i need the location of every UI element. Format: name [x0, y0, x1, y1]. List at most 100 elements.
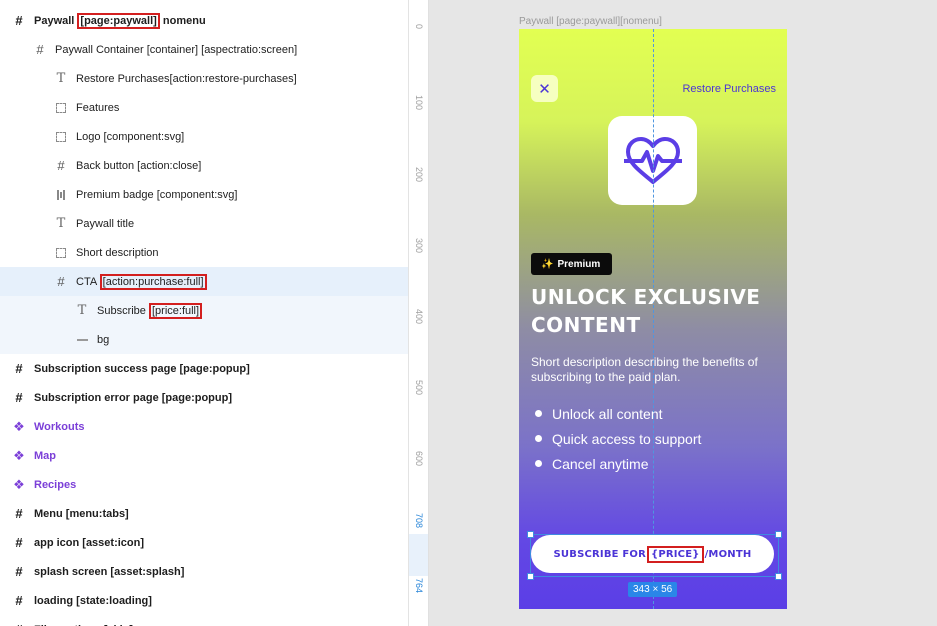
layer-row[interactable]: Short description: [0, 238, 408, 267]
features-list[interactable]: Unlock all content Quick access to suppor…: [531, 401, 701, 476]
layer-row[interactable]: #File sections [skip]: [0, 615, 408, 626]
layer-name-suffix: nomenu: [159, 14, 206, 27]
feature-item: Quick access to support: [531, 426, 701, 451]
resize-handle-top-right[interactable]: [775, 531, 782, 538]
layers-panel: # Paywall [page:paywall] nomenu # Paywall C…: [0, 0, 409, 626]
feature-item: Cancel anytime: [531, 451, 701, 476]
layer-row[interactable]: # CTA [action:purchase:full]: [0, 267, 408, 296]
hash-icon: #: [15, 564, 23, 579]
close-icon: ✕: [538, 80, 551, 98]
hash-icon: #: [15, 13, 23, 28]
feature-text: Unlock all content: [552, 405, 663, 422]
layer-row[interactable]: # loading [state:loading]: [0, 586, 408, 615]
layer-row[interactable]: ❖ Map: [0, 441, 408, 470]
layer-name: CTA: [76, 275, 100, 288]
layer-row[interactable]: # Paywall [page:paywall] nomenu: [0, 6, 408, 35]
feature-text: Quick access to support: [552, 430, 702, 447]
ruler-tick-label: 400: [414, 309, 424, 325]
hash-icon: #: [15, 593, 23, 608]
subscribe-button[interactable]: SUBSCRIBE FOR {PRICE} /MONTH: [531, 535, 774, 573]
component-icon: ❖: [13, 476, 25, 492]
short-description[interactable]: Short description describing the benefit…: [531, 355, 777, 385]
frame-icon: [54, 246, 68, 260]
layer-row[interactable]: bg: [0, 325, 408, 354]
size-badge: 343 × 56: [628, 582, 678, 597]
layer-row[interactable]: Premium badge [component:svg]: [0, 180, 408, 209]
hash-icon: #: [36, 42, 44, 57]
hash-icon: #: [12, 622, 26, 626]
layer-row[interactable]: ❖ Workouts: [0, 412, 408, 441]
layer-name: bg: [97, 333, 110, 346]
layer-name: splash screen [asset:splash]: [34, 565, 185, 578]
ruler-tick-label: 500: [414, 380, 424, 396]
close-button[interactable]: ✕: [531, 75, 558, 102]
cta-price-placeholder: {PRICE}: [647, 545, 704, 563]
hash-icon: #: [57, 158, 65, 173]
layer-tag-highlight: [price:full]: [148, 302, 203, 319]
text-icon: T: [56, 216, 66, 231]
layer-name: Restore Purchases[action:restore-purchas…: [76, 72, 297, 85]
layer-name: Back button [action:close]: [76, 159, 202, 172]
restore-purchases-link[interactable]: Restore Purchases: [682, 83, 776, 95]
layer-name: Subscribe: [97, 304, 149, 317]
resize-handle-bottom-left[interactable]: [527, 573, 534, 580]
layer-row[interactable]: ❖ Recipes: [0, 470, 408, 499]
hash-icon: #: [15, 361, 23, 376]
sparkle-icon: ✨: [541, 258, 554, 270]
feature-text: Cancel anytime: [552, 455, 649, 472]
premium-badge-label: Premium: [557, 258, 601, 270]
hash-icon: #: [15, 535, 23, 550]
layer-name: Logo [component:svg]: [76, 130, 185, 143]
layer-name: Recipes: [34, 478, 77, 491]
layer-name: Paywall title: [76, 217, 135, 230]
layer-row[interactable]: # app icon [asset:icon]: [0, 528, 408, 557]
hash-icon: #: [57, 274, 65, 289]
line-icon: [75, 333, 89, 347]
layer-name: Features: [76, 101, 120, 114]
layer-name: Premium badge [component:svg]: [76, 188, 238, 201]
layer-name: Short description: [76, 246, 159, 259]
frame-icon: [54, 130, 68, 144]
frame-icon: [54, 101, 68, 115]
layer-row[interactable]: # Back button [action:close]: [0, 151, 408, 180]
canvas[interactable]: 0 100 200 300 400 500 600 708 764 Paywall [page:…: [409, 0, 937, 626]
ruler-tick-label: 0: [414, 24, 424, 30]
bars-icon: [54, 188, 68, 202]
text-icon: T: [77, 303, 87, 318]
layer-name: Map: [34, 449, 56, 462]
layer-row[interactable]: Features: [0, 93, 408, 122]
bullet-icon: [535, 460, 542, 467]
layer-name: Workouts: [34, 420, 85, 433]
component-icon: ❖: [13, 418, 25, 434]
hash-icon: #: [15, 506, 23, 521]
layer-row[interactable]: T Restore Purchases[action:restore-purcha…: [0, 64, 408, 93]
layer-row[interactable]: # Subscription success page [page:popup]: [0, 354, 408, 383]
layer-row[interactable]: # splash screen [asset:splash]: [0, 557, 408, 586]
cta-label-prefix: SUBSCRIBE FOR: [553, 548, 647, 560]
feature-item: Unlock all content: [531, 401, 701, 426]
layer-tag-highlight: [action:purchase:full]: [99, 273, 207, 290]
ruler-tick-label: 600: [414, 451, 424, 467]
layer-name: Menu [menu:tabs]: [34, 507, 129, 520]
premium-badge[interactable]: ✨ Premium: [531, 253, 613, 275]
layer-tag-highlight: [page:paywall]: [77, 12, 160, 29]
hash-icon: #: [15, 390, 23, 405]
frame-label[interactable]: Paywall [page:paywall][nomenu]: [519, 16, 662, 27]
ruler-tick-label: 300: [414, 238, 424, 254]
layer-name: app icon [asset:icon]: [34, 536, 145, 549]
paywall-title[interactable]: UNLOCK EXCLUSIVE CONTENT: [531, 283, 771, 339]
component-icon: ❖: [13, 447, 25, 463]
layer-row[interactable]: # Subscription error page [page:popup]: [0, 383, 408, 412]
paywall-frame[interactable]: ✕ Restore Purchases ✨ Premium UNLOCK EXC…: [519, 29, 787, 609]
layer-name: Paywall Container [container] [aspectrat…: [55, 43, 298, 56]
layer-row[interactable]: T Paywall title: [0, 209, 408, 238]
bullet-icon: [535, 435, 542, 442]
text-icon: T: [56, 71, 66, 86]
resize-handle-bottom-right[interactable]: [775, 573, 782, 580]
layer-row[interactable]: T Subscribe [price:full]: [0, 296, 408, 325]
layer-row[interactable]: # Menu [menu:tabs]: [0, 499, 408, 528]
layer-row[interactable]: Logo [component:svg]: [0, 122, 408, 151]
resize-handle-top-left[interactable]: [527, 531, 534, 538]
ruler-selection-highlight: [409, 534, 428, 576]
layer-row[interactable]: # Paywall Container [container] [aspectra…: [0, 35, 408, 64]
